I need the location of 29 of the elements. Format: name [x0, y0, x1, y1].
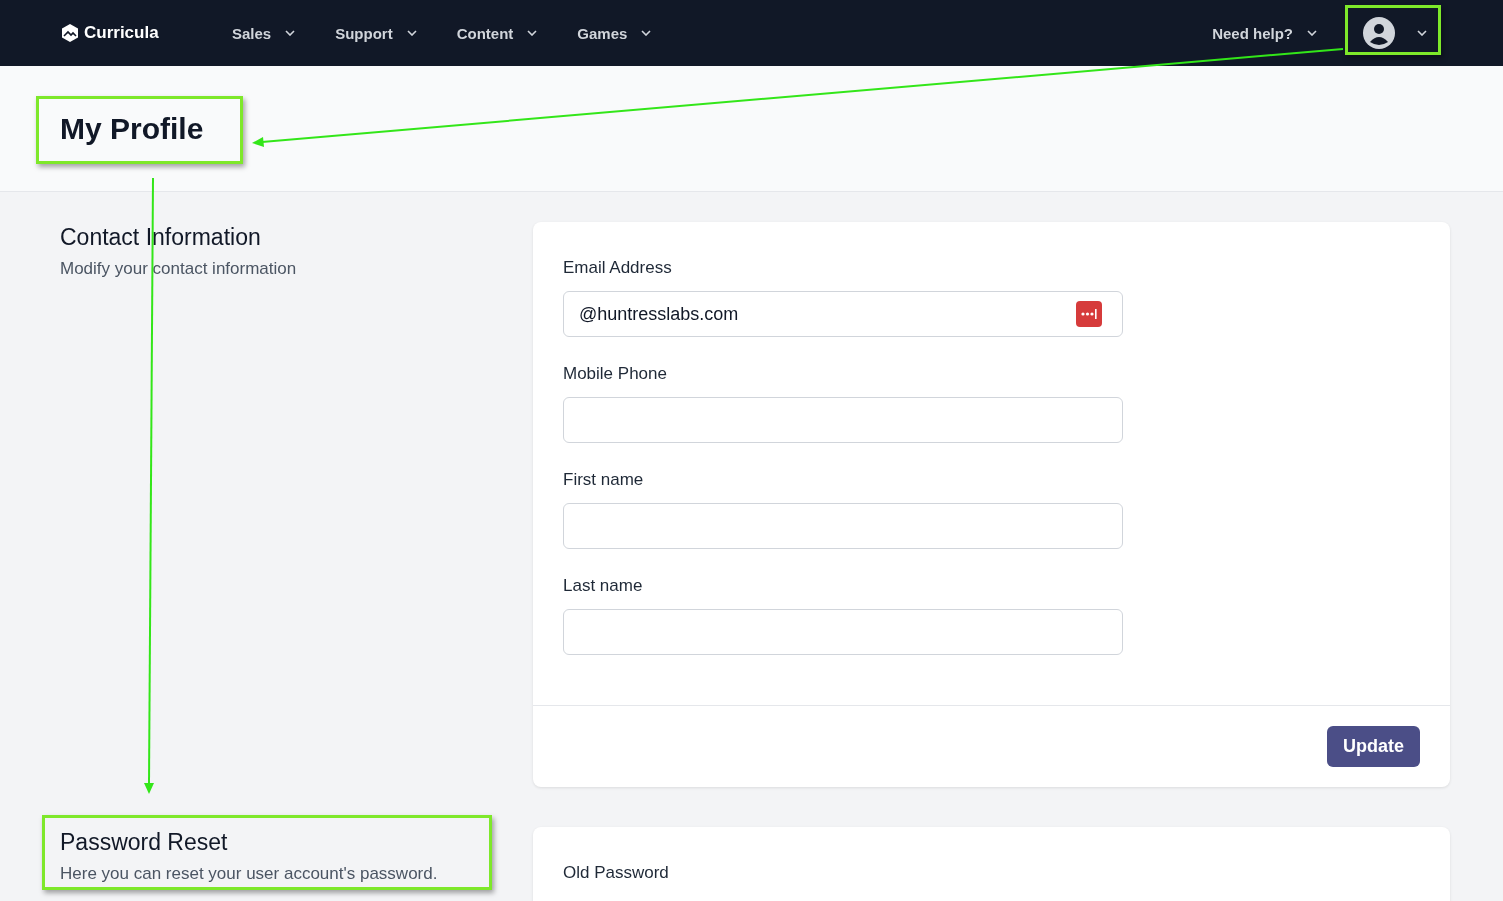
chevron-down-icon	[285, 30, 296, 36]
chevron-down-icon	[406, 30, 417, 36]
section-subtitle: Modify your contact information	[60, 259, 298, 279]
brand-name[interactable]: Curricula	[84, 23, 159, 43]
help-menu[interactable]: Need help?	[1212, 24, 1317, 42]
chevron-down-icon	[641, 30, 652, 36]
input-field[interactable]: @huntresslabs.com	[563, 291, 1123, 337]
field-label: Old Password	[563, 863, 670, 883]
section-subtitle: Here you can reset your user account's password.	[60, 864, 439, 884]
nav-menu[interactable]: Games	[577, 24, 652, 42]
nav-menu[interactable]: Support	[335, 24, 417, 42]
section-title: Password Reset	[60, 829, 229, 856]
input-field[interactable]	[563, 609, 1123, 655]
chevron-down-icon	[1307, 30, 1317, 36]
logo-icon	[60, 23, 80, 43]
chevron-down-icon	[527, 30, 538, 36]
field-label: First name	[563, 470, 645, 490]
field-label: Mobile Phone	[563, 364, 668, 384]
page-title: My Profile	[60, 111, 204, 146]
input-field[interactable]	[563, 503, 1123, 549]
user-avatar-icon	[1363, 17, 1395, 49]
password-manager-icon[interactable]	[1076, 301, 1102, 327]
input-field[interactable]	[563, 397, 1123, 443]
field-label: Email Address	[563, 258, 673, 278]
field-label: Last name	[563, 576, 644, 596]
chevron-down-icon	[1417, 30, 1427, 36]
nav-menu[interactable]: Sales	[232, 24, 296, 42]
nav-menu[interactable]: Content	[456, 24, 538, 42]
update-button[interactable]: Update	[1327, 726, 1420, 767]
